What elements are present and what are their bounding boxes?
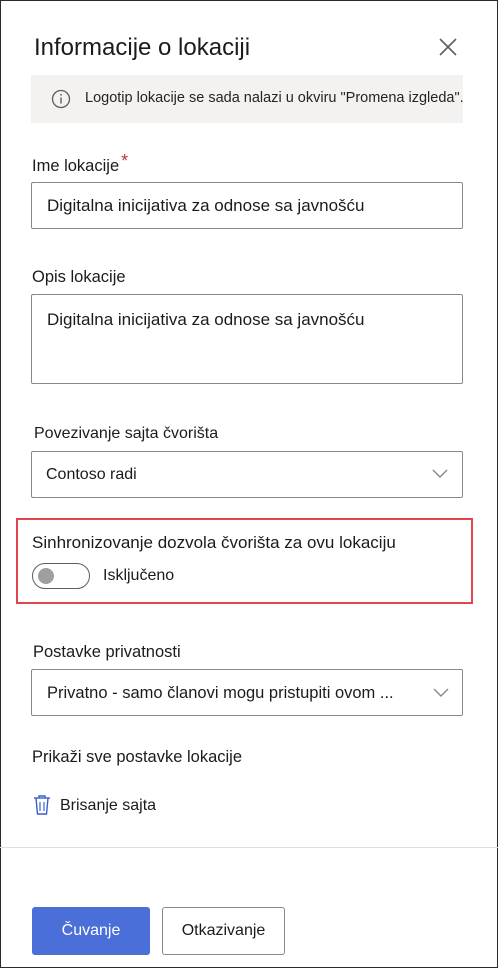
delete-site-link[interactable]: Brisanje sajta (60, 797, 156, 815)
cancel-button[interactable]: Otkazivanje (162, 907, 285, 955)
site-name-label-text: Ime lokacije (32, 157, 120, 175)
chevron-down-icon (432, 469, 448, 478)
sync-permissions-state: Isključeno (103, 567, 175, 584)
site-description-textarea[interactable]: Digitalna inicijativa za odnose sa javno… (31, 294, 463, 384)
site-name-input[interactable]: Digitalna inicijativa za odnose sa javno… (31, 182, 463, 229)
hub-association-label: Povezivanje sajta čvorišta (34, 425, 219, 442)
site-description-label: Opis lokacije (32, 268, 126, 286)
info-icon (51, 89, 71, 109)
privacy-dropdown[interactable]: Privatno - samo članovi mogu pristupiti … (31, 669, 463, 716)
trash-icon[interactable] (33, 794, 51, 816)
save-button[interactable]: Čuvanje (32, 907, 150, 955)
close-icon[interactable] (437, 36, 459, 58)
site-name-label: Ime lokacije * (32, 151, 128, 176)
footer-divider (0, 847, 498, 848)
privacy-label: Postavke privatnosti (33, 643, 181, 661)
highlight-box (16, 518, 473, 604)
toggle-knob (38, 568, 54, 584)
required-marker: * (121, 151, 129, 171)
panel-title: Informacije o lokaciji (34, 34, 251, 61)
view-all-site-settings-link[interactable]: Prikaži sve postavke lokacije (32, 748, 242, 767)
info-message-bar: Logotip lokacije se sada nalazi u okviru… (31, 75, 464, 123)
site-name-value: Digitalna inicijativa za odnose sa javno… (47, 196, 365, 215)
info-message-text: Logotip lokacije se sada nalazi u okviru… (85, 90, 464, 106)
hub-association-dropdown[interactable]: Contoso radi (31, 451, 463, 498)
sync-permissions-toggle[interactable] (32, 563, 90, 589)
sync-permissions-label: Sinhronizovanje dozvola čvorišta za ovu … (32, 533, 396, 552)
privacy-selected: Privatno - samo članovi mogu pristupiti … (47, 684, 394, 702)
chevron-down-icon (433, 688, 449, 697)
hub-association-selected: Contoso radi (46, 466, 137, 483)
site-description-value: Digitalna inicijativa za odnose sa javno… (47, 310, 365, 329)
